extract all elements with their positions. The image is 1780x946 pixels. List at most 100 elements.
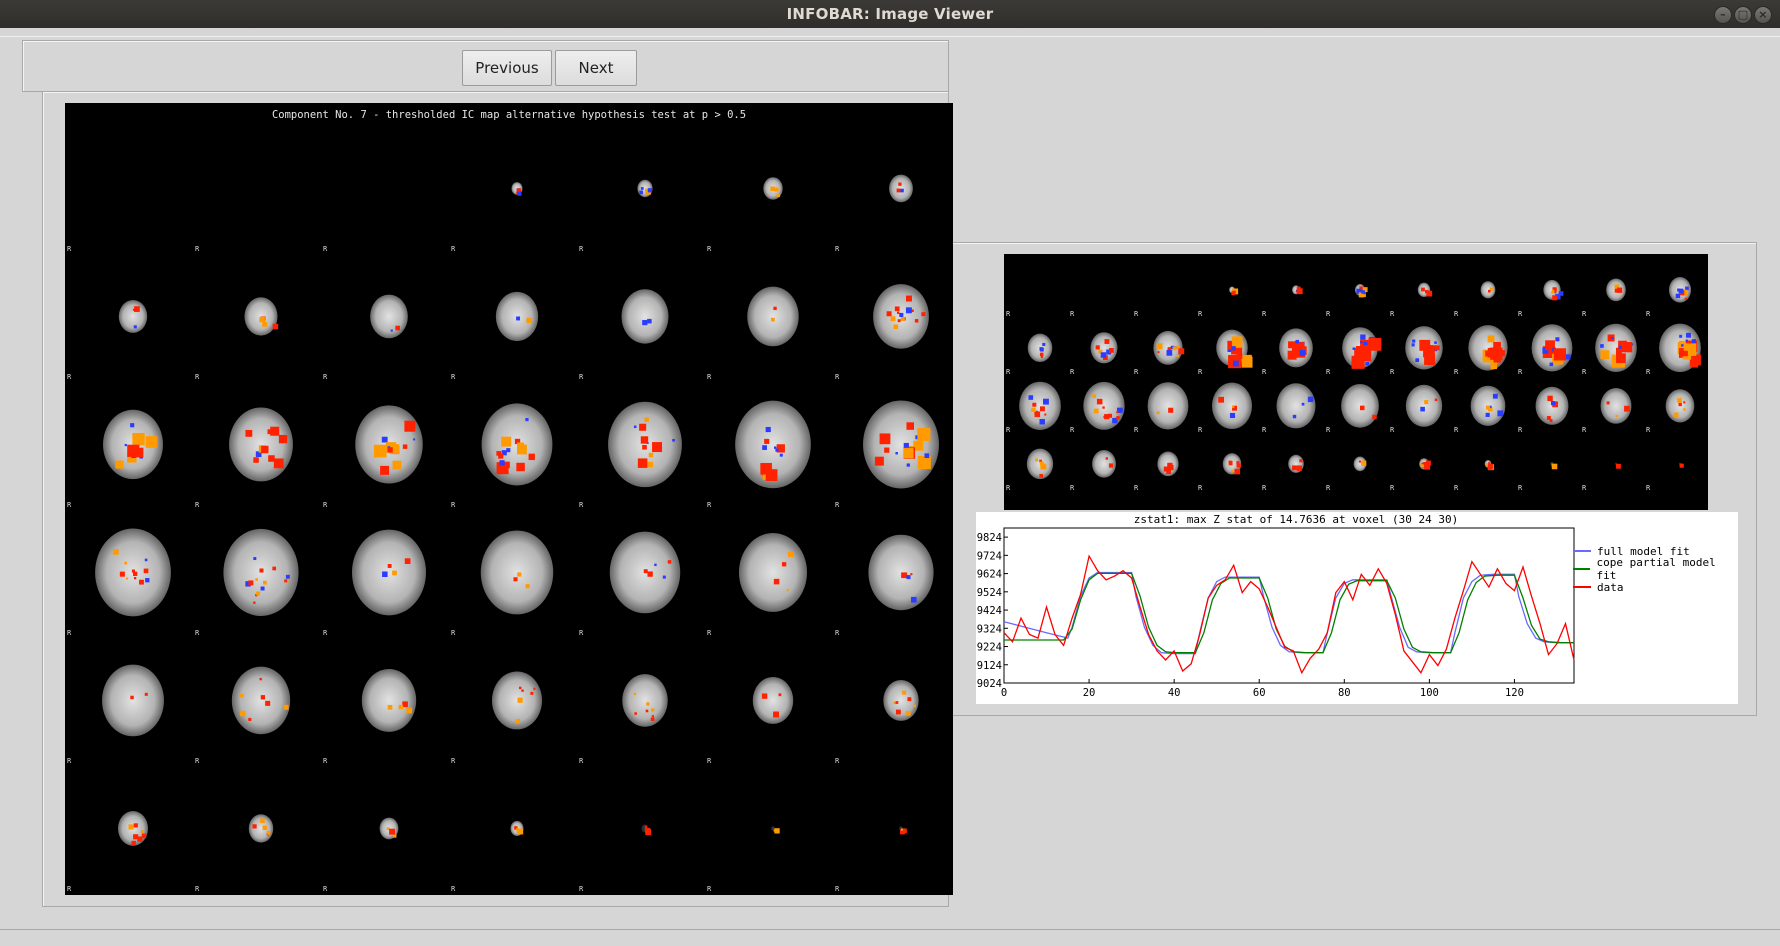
activation-blob-positive xyxy=(1231,291,1236,296)
activation-blob-positive xyxy=(1109,348,1114,353)
activation-blob-negative xyxy=(381,436,388,443)
activation-blob-negative xyxy=(390,329,393,332)
orientation-marker: R xyxy=(323,757,328,765)
activation-blob-positive xyxy=(770,186,775,192)
activation-blob-negative xyxy=(1365,361,1369,366)
y-tick-label: 9424 xyxy=(977,605,1002,617)
activation-blob-positive xyxy=(1552,295,1558,301)
brain-slice xyxy=(351,529,427,616)
legend-swatch xyxy=(1573,586,1591,588)
previous-button[interactable]: Previous xyxy=(462,50,552,86)
activation-blob-positive xyxy=(667,560,672,564)
activation-blob-positive xyxy=(634,712,637,715)
activation-blob-positive xyxy=(644,417,649,422)
orientation-marker: R xyxy=(1454,368,1459,376)
orientation-marker: R xyxy=(1326,484,1331,492)
maximize-icon[interactable]: □ xyxy=(1734,6,1752,24)
orientation-marker: R xyxy=(1326,310,1331,318)
activation-blob-positive xyxy=(1218,396,1224,403)
activation-blob-positive xyxy=(1168,407,1174,413)
next-button[interactable]: Next xyxy=(555,50,637,86)
orientation-marker: R xyxy=(1134,368,1139,376)
activation-blob-positive xyxy=(773,711,780,718)
activation-blob-positive xyxy=(917,427,931,441)
orientation-marker: R xyxy=(707,373,712,381)
activation-blob-negative xyxy=(1299,349,1306,356)
activation-blob-positive xyxy=(1621,342,1633,353)
activation-blob-positive xyxy=(913,704,916,708)
activation-blob-positive xyxy=(1498,350,1505,357)
activation-blob-positive xyxy=(260,818,265,824)
activation-blob-positive xyxy=(1683,401,1686,404)
activation-blob-positive xyxy=(764,438,770,444)
activation-blob-positive xyxy=(1157,351,1160,354)
activation-blob-negative xyxy=(1295,339,1300,344)
activation-blob-positive xyxy=(1039,352,1044,357)
activation-blob-positive xyxy=(517,697,523,703)
activation-blob-positive xyxy=(901,572,907,578)
activation-blob-positive xyxy=(1178,348,1185,355)
activation-blob-positive xyxy=(903,448,914,459)
activation-blob-negative xyxy=(1497,410,1504,417)
activation-blob-positive xyxy=(284,579,288,583)
activation-blob-positive xyxy=(1044,413,1047,416)
orientation-marker: R xyxy=(1134,426,1139,434)
orientation-marker: R xyxy=(451,501,456,509)
activation-blob-negative xyxy=(1685,339,1689,343)
activation-blob-positive xyxy=(1616,287,1623,293)
activation-blob-positive xyxy=(255,578,258,581)
activation-blob-negative xyxy=(1043,398,1049,405)
brain-slice xyxy=(480,530,554,615)
orientation-marker: R xyxy=(707,885,712,893)
activation-blob-positive xyxy=(907,697,912,702)
activation-blob-positive xyxy=(392,460,402,470)
activation-blob-positive xyxy=(1116,416,1120,420)
activation-blob-positive xyxy=(902,690,907,695)
y-tick-label: 9024 xyxy=(977,678,1002,690)
activation-blob-positive xyxy=(1551,463,1558,470)
brain-slice xyxy=(863,400,939,489)
activation-blob-positive xyxy=(1034,412,1038,416)
brain-slice xyxy=(495,291,539,341)
activation-blob-negative xyxy=(1352,347,1356,350)
activation-blob-positive xyxy=(651,715,654,718)
legend-label: cope partial model fit xyxy=(1596,556,1716,582)
close-icon[interactable]: × xyxy=(1754,6,1772,24)
activation-blob-positive xyxy=(278,434,288,444)
activation-blob-positive xyxy=(240,710,246,717)
activation-blob-positive xyxy=(1488,462,1491,465)
orientation-marker: R xyxy=(323,373,328,381)
brain-slice xyxy=(1083,381,1125,430)
activation-blob-positive xyxy=(248,717,252,721)
brain-slice xyxy=(481,403,553,486)
orientation-marker: R xyxy=(1582,426,1587,434)
orientation-marker: R xyxy=(1006,426,1011,434)
activation-blob-positive xyxy=(519,686,522,690)
activation-blob-positive xyxy=(910,573,913,576)
activation-blob-positive xyxy=(1032,402,1037,407)
activation-blob-positive xyxy=(119,571,125,577)
activation-blob-positive xyxy=(788,551,794,557)
brain-slice xyxy=(747,286,799,347)
brain-slice xyxy=(370,294,408,339)
activation-blob-positive xyxy=(515,718,521,724)
activation-blob-positive xyxy=(1434,345,1440,351)
activation-blob-positive xyxy=(886,311,892,317)
activation-blob-negative xyxy=(1679,334,1683,338)
activation-blob-positive xyxy=(124,561,128,565)
activation-blob-negative xyxy=(1485,412,1490,417)
activation-blob-positive xyxy=(533,687,536,690)
activation-blob-positive xyxy=(404,420,416,432)
activation-blob-positive xyxy=(132,432,145,446)
orientation-marker: R xyxy=(451,885,456,893)
x-tick-label: 80 xyxy=(1338,687,1351,699)
zstat-slices-grid: R R R R R R R R R R R R R R R R R R R R R R R R R R R R R R R R R R R R R R R R… xyxy=(1006,277,1701,492)
minimize-icon[interactable]: – xyxy=(1714,6,1732,24)
orientation-marker: R xyxy=(67,629,72,637)
activation-blob-positive xyxy=(387,564,392,568)
activation-blob-negative xyxy=(905,307,912,314)
activation-blob-positive xyxy=(398,704,404,710)
activation-blob-positive xyxy=(906,422,915,430)
activation-blob-positive xyxy=(260,695,266,700)
activation-blob-positive xyxy=(525,584,530,589)
